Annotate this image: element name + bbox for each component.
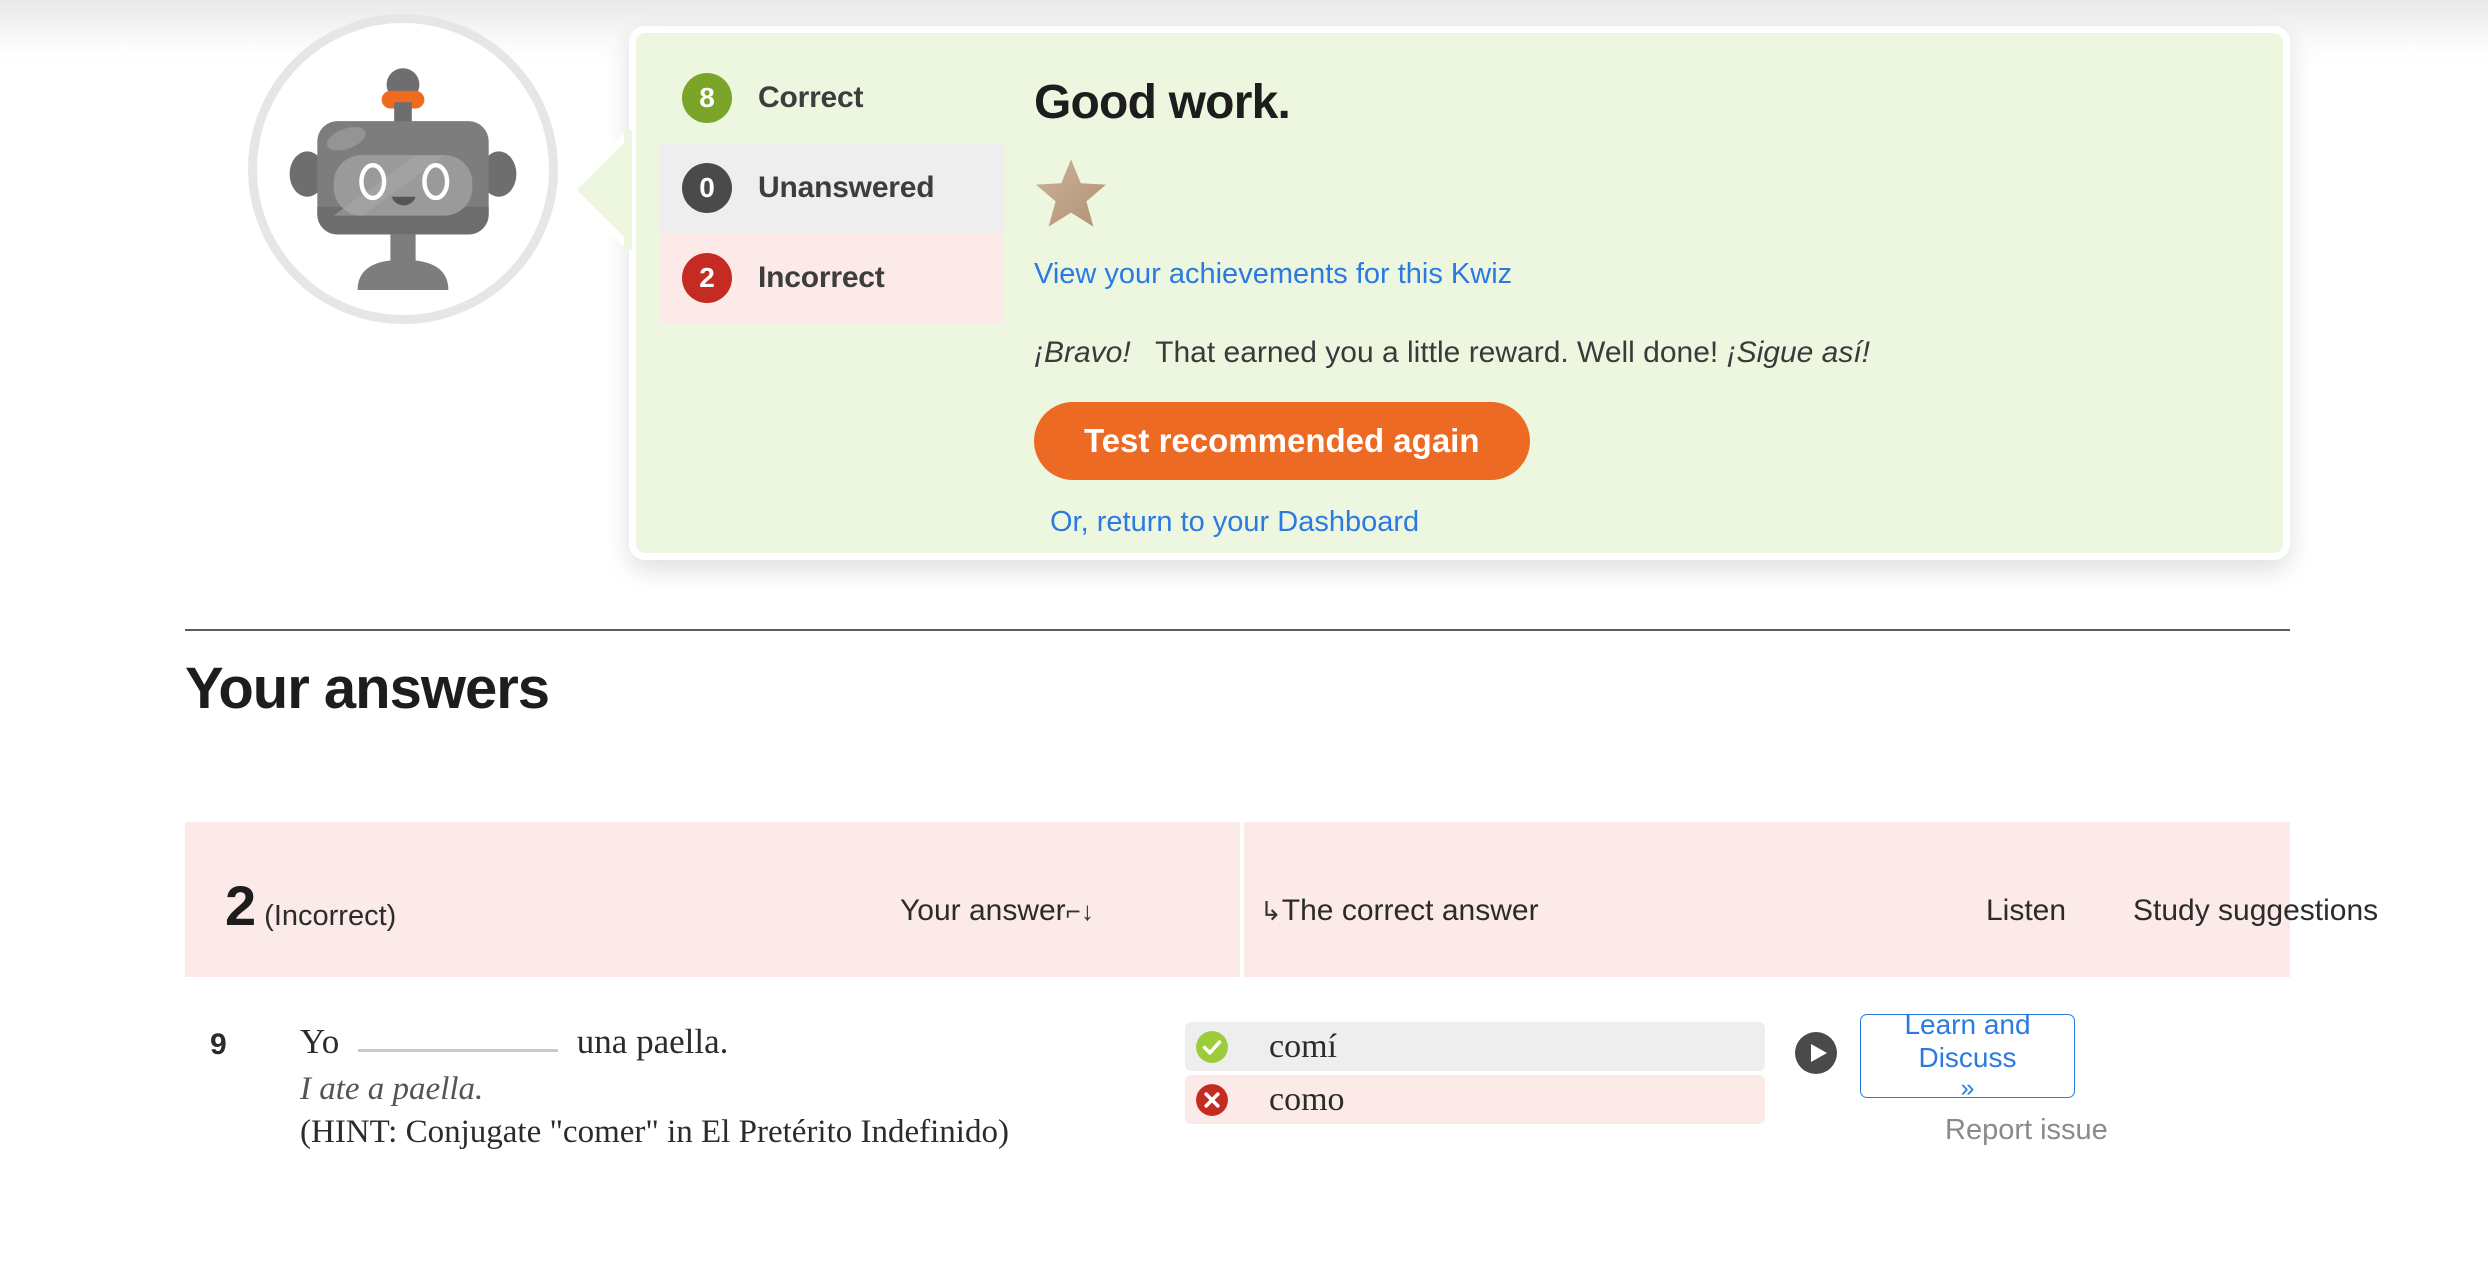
user-answer-row: como <box>1185 1075 1765 1124</box>
score-badge-correct: 8 <box>682 73 732 123</box>
robot-mascot-icon <box>248 14 558 324</box>
question-hint: (HINT: Conjugate "comer" in El Pretérito… <box>300 1114 1009 1151</box>
correct-answer-arrow-icon: ↳ <box>1260 896 1282 926</box>
check-circle-icon <box>1196 1030 1228 1063</box>
column-header-study: Study suggestions <box>2133 894 2379 927</box>
score-label-unanswered: Unanswered <box>758 171 935 204</box>
chevron-double-right-icon: » <box>1960 1073 1975 1102</box>
incorrect-count-label: (Incorrect) <box>264 900 397 932</box>
column-header-your-answer: Your answer⌐↓ <box>900 894 1094 928</box>
play-icon[interactable] <box>1795 1032 1837 1074</box>
result-message-block: Good work. View your achievements for th… <box>1034 57 2253 539</box>
score-label-incorrect: Incorrect <box>758 261 885 294</box>
section-divider <box>185 629 2290 631</box>
incorrect-mark-cell <box>1185 1075 1239 1124</box>
score-badge-incorrect: 2 <box>682 253 732 303</box>
header-column-divider <box>1240 822 1244 977</box>
reward-message: ¡Bravo! That earned you a little reward.… <box>1034 336 2253 370</box>
answers-table-header: 2 (Incorrect) Your answer⌐↓ ↳The correct… <box>185 822 2378 977</box>
correct-answer-row: comí <box>1185 1022 1765 1071</box>
incorrect-count: 2 <box>225 874 257 937</box>
incorrect-summary: 2 (Incorrect) <box>225 878 396 934</box>
answer-blank <box>358 1024 559 1052</box>
speech-bubble-pointer <box>566 130 632 250</box>
score-label-correct: Correct <box>758 81 864 114</box>
view-achievements-link[interactable]: View your achievements for this Kwiz <box>1034 258 2253 291</box>
column-header-your-answer-label: Your answer <box>900 894 1066 927</box>
score-row-correct: 8 Correct <box>660 53 1004 143</box>
result-heading: Good work. <box>1034 76 1291 129</box>
result-summary-area: 8 Correct 0 Unanswered 2 Incorrect Good … <box>0 0 2488 600</box>
reward-message-prefix: ¡Bravo! <box>1034 336 1131 369</box>
learn-and-discuss-label: Learn and Discuss <box>1904 1009 2031 1073</box>
score-breakdown-list: 8 Correct 0 Unanswered 2 Incorrect <box>660 53 1004 323</box>
page-title: Your answers <box>185 656 550 721</box>
column-header-correct-answer-label: The correct answer <box>1281 894 1539 927</box>
cta-row: Test recommended again <box>1034 370 2253 480</box>
question-translation: I ate a paella. <box>300 1071 484 1108</box>
correct-mark-cell <box>1185 1022 1239 1071</box>
column-header-correct-answer: ↳The correct answer <box>1260 894 1539 928</box>
column-header-listen: Listen <box>1986 894 2067 927</box>
question-sentence: Yo una paella. <box>300 1018 1180 1065</box>
reward-message-body: That earned you a little reward. Well do… <box>1155 336 1719 369</box>
question-sentence-before: Yo <box>300 1022 340 1061</box>
score-row-incorrect: 2 Incorrect <box>660 233 1004 323</box>
your-answer-arrow-icon: ⌐↓ <box>1065 896 1094 926</box>
question-body: Yo una paella. I ate a paella. (HINT: Co… <box>300 1018 1180 1151</box>
answer-comparison: comí como <box>1185 1022 1765 1128</box>
score-row-unanswered: 0 Unanswered <box>660 143 1004 233</box>
score-badge-unanswered: 0 <box>682 163 732 213</box>
test-recommended-again-button[interactable]: Test recommended again <box>1034 402 1530 480</box>
report-issue-link[interactable]: Report issue <box>1945 1114 2108 1147</box>
result-panel: 8 Correct 0 Unanswered 2 Incorrect Good … <box>629 26 2290 560</box>
star-icon <box>1036 159 1106 227</box>
learn-and-discuss-button[interactable]: Learn and Discuss » <box>1860 1009 2075 1102</box>
reward-message-suffix: ¡Sigue así! <box>1726 336 1871 369</box>
question-sentence-after: una paella. <box>576 1022 729 1061</box>
user-answer-text: como <box>1239 1075 1765 1124</box>
question-number: 9 <box>210 1028 227 1061</box>
correct-answer-text: comí <box>1239 1022 1765 1071</box>
return-to-dashboard-link[interactable]: Or, return to your Dashboard <box>1050 506 2253 539</box>
x-circle-icon <box>1196 1083 1228 1116</box>
